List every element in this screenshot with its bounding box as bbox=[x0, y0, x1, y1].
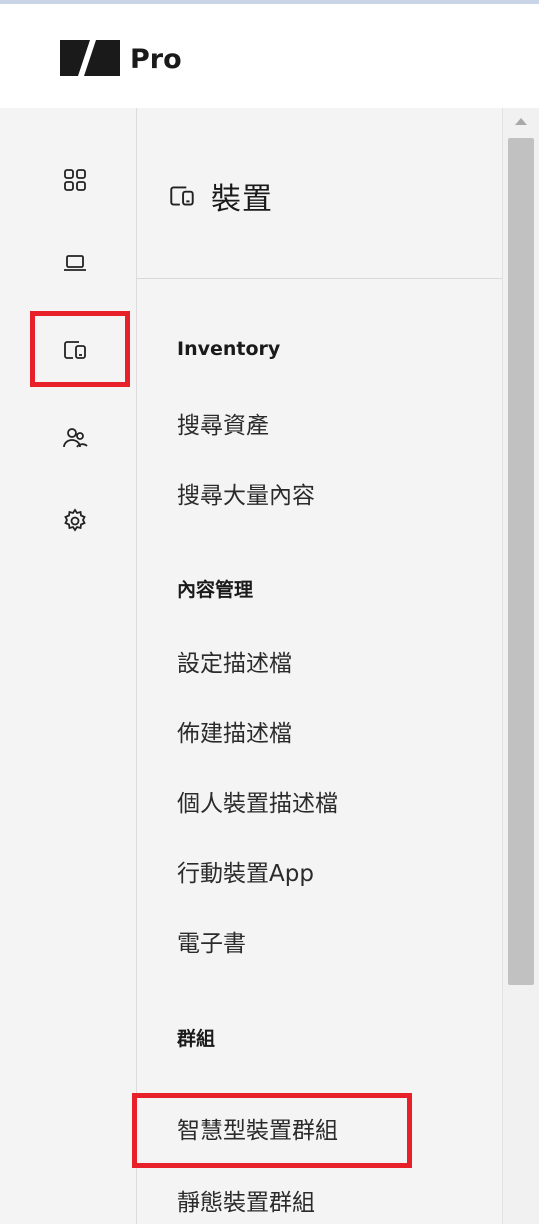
rail-computers[interactable] bbox=[45, 233, 105, 293]
app-header: Pro bbox=[0, 4, 539, 108]
scrollbar[interactable] bbox=[502, 108, 539, 1224]
brand-name: Pro bbox=[130, 44, 182, 75]
nav-search-bulk-content[interactable]: 搜尋大量內容 bbox=[177, 476, 315, 510]
dashboard-icon bbox=[64, 169, 86, 191]
nav-configuration-profiles[interactable]: 設定描述檔 bbox=[177, 644, 292, 678]
scroll-up-arrow-icon[interactable] bbox=[515, 118, 527, 125]
section-content-management-label: 內容管理 bbox=[177, 579, 254, 601]
nav-personal-device-profiles[interactable]: 個人裝置描述檔 bbox=[177, 784, 338, 818]
users-icon bbox=[63, 428, 88, 448]
section-groups-label: 群組 bbox=[177, 1028, 216, 1050]
panel-title: 裝置 bbox=[167, 174, 273, 218]
nav-static-device-groups[interactable]: 靜態裝置群組 bbox=[177, 1183, 315, 1217]
gear-icon bbox=[64, 508, 86, 532]
panel-title-text: 裝置 bbox=[211, 182, 273, 217]
laptop-icon bbox=[64, 255, 86, 271]
brand-logo-icon bbox=[60, 40, 120, 76]
nav-ebooks[interactable]: 電子書 bbox=[177, 924, 246, 958]
icon-rail bbox=[0, 108, 137, 1224]
nav-search-inventory[interactable]: 搜尋資產 bbox=[177, 406, 269, 440]
rail-devices-highlight bbox=[30, 311, 130, 387]
section-inventory-label: Inventory bbox=[177, 338, 281, 360]
rail-users[interactable] bbox=[45, 408, 105, 468]
nav-mobile-device-apps[interactable]: 行動裝置App bbox=[177, 854, 314, 888]
title-divider bbox=[137, 278, 502, 279]
rail-dashboard[interactable] bbox=[45, 150, 105, 210]
rail-settings[interactable] bbox=[45, 491, 105, 551]
devices-icon bbox=[170, 186, 194, 206]
devices-panel: 裝置 Inventory 搜尋資產 搜尋大量內容 內容管理 設定描述檔 佈建描述… bbox=[137, 108, 502, 1224]
smart-groups-highlight bbox=[132, 1093, 412, 1168]
scrollbar-thumb[interactable] bbox=[508, 138, 534, 985]
nav-provisioning-profiles[interactable]: 佈建描述檔 bbox=[177, 714, 292, 748]
